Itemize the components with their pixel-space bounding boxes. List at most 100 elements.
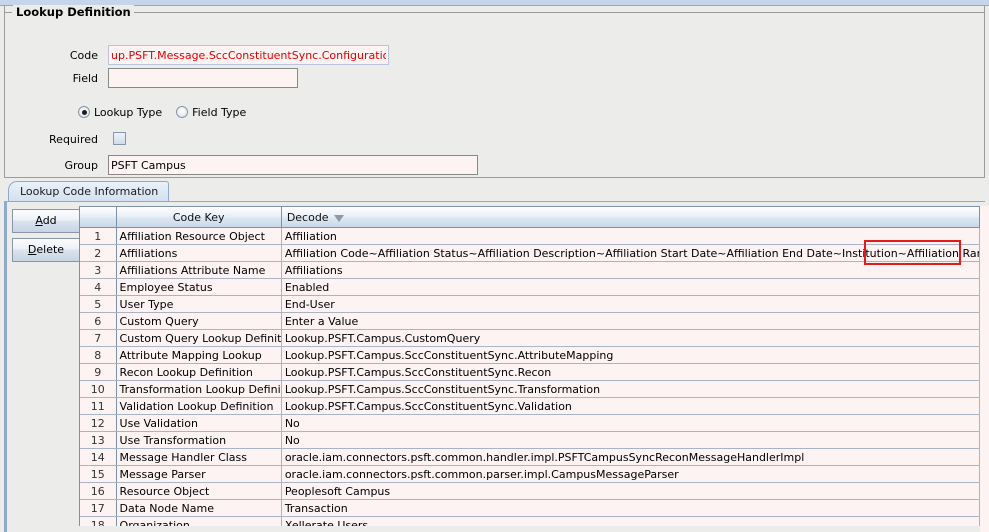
table-header: Code Key Decode	[80, 207, 980, 228]
cell-code-key[interactable]: Affiliation Resource Object	[116, 227, 282, 245]
cell-decode[interactable]: Enter a Value	[281, 312, 980, 330]
field-input[interactable]	[108, 68, 298, 88]
table-row[interactable]: 3 Affiliations Attribute Name Affiliations	[80, 261, 980, 279]
add-button-label: dd	[42, 214, 57, 227]
cell-code-key[interactable]: Custom Query Lookup Definition	[116, 329, 282, 347]
table-row[interactable]: 2 Affiliations Affiliation Code~Affiliatio…	[80, 244, 980, 262]
cell-code-key[interactable]: Transformation Lookup Definition	[116, 380, 282, 398]
row-number: 3	[80, 261, 117, 279]
add-button[interactable]: Add	[12, 209, 80, 233]
row-number: 15	[80, 465, 117, 483]
cell-decode[interactable]: oracle.iam.connectors.psft.common.handle…	[281, 448, 980, 466]
cell-decode[interactable]: Lookup.PSFT.Campus.SccConstituentSync.At…	[281, 346, 980, 364]
cell-decode[interactable]: Lookup.PSFT.Campus.CustomQuery	[281, 329, 980, 347]
table-row[interactable]: 5 User Type End-User	[80, 295, 980, 313]
lookup-definition-window: Lookup Definition Code Field Lookup Type…	[0, 0, 989, 532]
delete-button-label: elete	[36, 243, 65, 256]
table-row[interactable]: 9 Recon Lookup Definition Lookup.PSFT.Camp…	[80, 363, 980, 381]
lookup-code-table-container[interactable]: Code Key Decode 1 Affiliation Resource Ob…	[79, 206, 980, 526]
row-number: 4	[80, 278, 117, 296]
table-row[interactable]: 11 Validation Lookup Definition Lookup.PSF…	[80, 397, 980, 415]
cell-code-key[interactable]: Affiliations	[116, 244, 282, 262]
add-button-mnemonic: A	[35, 214, 43, 227]
caret-down-icon	[333, 214, 344, 222]
row-number: 9	[80, 363, 117, 381]
cell-decode[interactable]: Xellerate Users	[281, 516, 980, 526]
field-label: Field	[72, 72, 98, 85]
cell-code-key[interactable]: Use Transformation	[116, 431, 282, 449]
row-number: 7	[80, 329, 117, 347]
row-number: 14	[80, 448, 117, 466]
panel-title: Lookup Definition	[13, 5, 134, 19]
cell-decode[interactable]: No	[281, 431, 980, 449]
cell-code-key[interactable]: Use Validation	[116, 414, 282, 432]
table-row[interactable]: 13 Use Transformation No	[80, 431, 980, 449]
cell-decode[interactable]: Lookup.PSFT.Campus.SccConstituentSync.Re…	[281, 363, 980, 381]
column-header-code-key-label: Code Key	[172, 210, 225, 224]
table-row[interactable]: 18 Organization Xellerate Users	[80, 516, 980, 526]
table-body: 1 Affiliation Resource Object Affiliation 2…	[80, 227, 980, 526]
cell-decode[interactable]: End-User	[281, 295, 980, 313]
cell-code-key[interactable]: Validation Lookup Definition	[116, 397, 282, 415]
table-row[interactable]: 6 Custom Query Enter a Value	[80, 312, 980, 330]
cell-decode[interactable]: Affiliation	[281, 227, 980, 245]
cell-code-key[interactable]: User Type	[116, 295, 282, 313]
table-row[interactable]: 7 Custom Query Lookup Definition Lookup.PS…	[80, 329, 980, 347]
cell-decode[interactable]: Lookup.PSFT.Campus.SccConstituentSync.Va…	[281, 397, 980, 415]
code-input[interactable]	[108, 45, 389, 65]
column-header-rownum[interactable]	[80, 207, 117, 228]
lookup-type-radio[interactable]	[78, 106, 90, 118]
table-row[interactable]: 15 Message Parser oracle.iam.connectors.ps…	[80, 465, 980, 483]
cell-decode[interactable]: Enabled	[281, 278, 980, 296]
table-row[interactable]: 17 Data Node Name Transaction	[80, 499, 980, 517]
field-type-radio[interactable]	[176, 106, 189, 118]
required-checkbox[interactable]	[113, 132, 126, 145]
cell-decode[interactable]: Lookup.PSFT.Campus.SccConstituentSync.Tr…	[281, 380, 980, 398]
row-number: 11	[80, 397, 117, 415]
cell-code-key[interactable]: Message Parser	[116, 465, 282, 483]
table-row[interactable]: 1 Affiliation Resource Object Affiliation	[80, 227, 980, 245]
column-header-code-key[interactable]: Code Key	[116, 207, 282, 228]
cell-decode[interactable]: Affiliations	[281, 261, 980, 279]
group-label: Group	[64, 159, 99, 172]
table-row[interactable]: 16 Resource Object Peoplesoft Campus	[80, 482, 980, 500]
table-right-filler	[980, 206, 989, 532]
table-row[interactable]: 12 Use Validation No	[80, 414, 980, 432]
group-border-top-left	[4, 12, 12, 13]
row-number: 16	[80, 482, 117, 500]
cell-code-key[interactable]: Organization	[116, 516, 282, 526]
row-number: 10	[80, 380, 117, 398]
cell-code-key[interactable]: Custom Query	[116, 312, 282, 330]
cell-code-key[interactable]: Data Node Name	[116, 499, 282, 517]
cell-code-key[interactable]: Recon Lookup Definition	[116, 363, 282, 381]
cell-code-key[interactable]: Employee Status	[116, 278, 282, 296]
cell-decode[interactable]: Affiliation Code~Affiliation Status~Affi…	[281, 244, 980, 262]
field-type-radio-label: Field Type	[192, 106, 247, 119]
cell-code-key[interactable]: Affiliations Attribute Name	[116, 261, 282, 279]
cell-decode[interactable]: Transaction	[281, 499, 980, 517]
delete-button[interactable]: Delete	[12, 238, 80, 262]
lookup-type-radio-group[interactable]: Lookup Type Field Type	[78, 106, 260, 119]
cell-code-key[interactable]: Resource Object	[116, 482, 282, 500]
row-number: 18	[80, 516, 117, 526]
column-header-decode[interactable]: Decode	[281, 207, 980, 228]
table-row[interactable]: 4 Employee Status Enabled	[80, 278, 980, 296]
cell-code-key[interactable]: Message Handler Class	[116, 448, 282, 466]
table-row[interactable]: 14 Message Handler Class oracle.iam.connec…	[80, 448, 980, 466]
table-row[interactable]: 8 Attribute Mapping Lookup Lookup.PSFT.Cam…	[80, 346, 980, 364]
cell-code-key[interactable]: Attribute Mapping Lookup	[116, 346, 282, 364]
cell-decode[interactable]: No	[281, 414, 980, 432]
column-header-decode-label: Decode	[286, 210, 329, 224]
lookup-code-table: Code Key Decode 1 Affiliation Resource Ob…	[80, 207, 980, 526]
tab-lookup-code-information[interactable]: Lookup Code Information	[8, 181, 170, 202]
code-label: Code	[69, 49, 98, 62]
row-number: 2	[80, 244, 117, 262]
tab-strip: Lookup Code Information	[8, 181, 985, 202]
table-header-row: Code Key Decode	[80, 207, 980, 228]
group-input[interactable]	[108, 155, 478, 175]
cell-decode[interactable]: Peoplesoft Campus	[281, 482, 980, 500]
row-number: 17	[80, 499, 117, 517]
row-number: 5	[80, 295, 117, 313]
table-row[interactable]: 10Transformation Lookup DefinitionLookup…	[80, 380, 980, 398]
cell-decode[interactable]: oracle.iam.connectors.psft.common.parser…	[281, 465, 980, 483]
